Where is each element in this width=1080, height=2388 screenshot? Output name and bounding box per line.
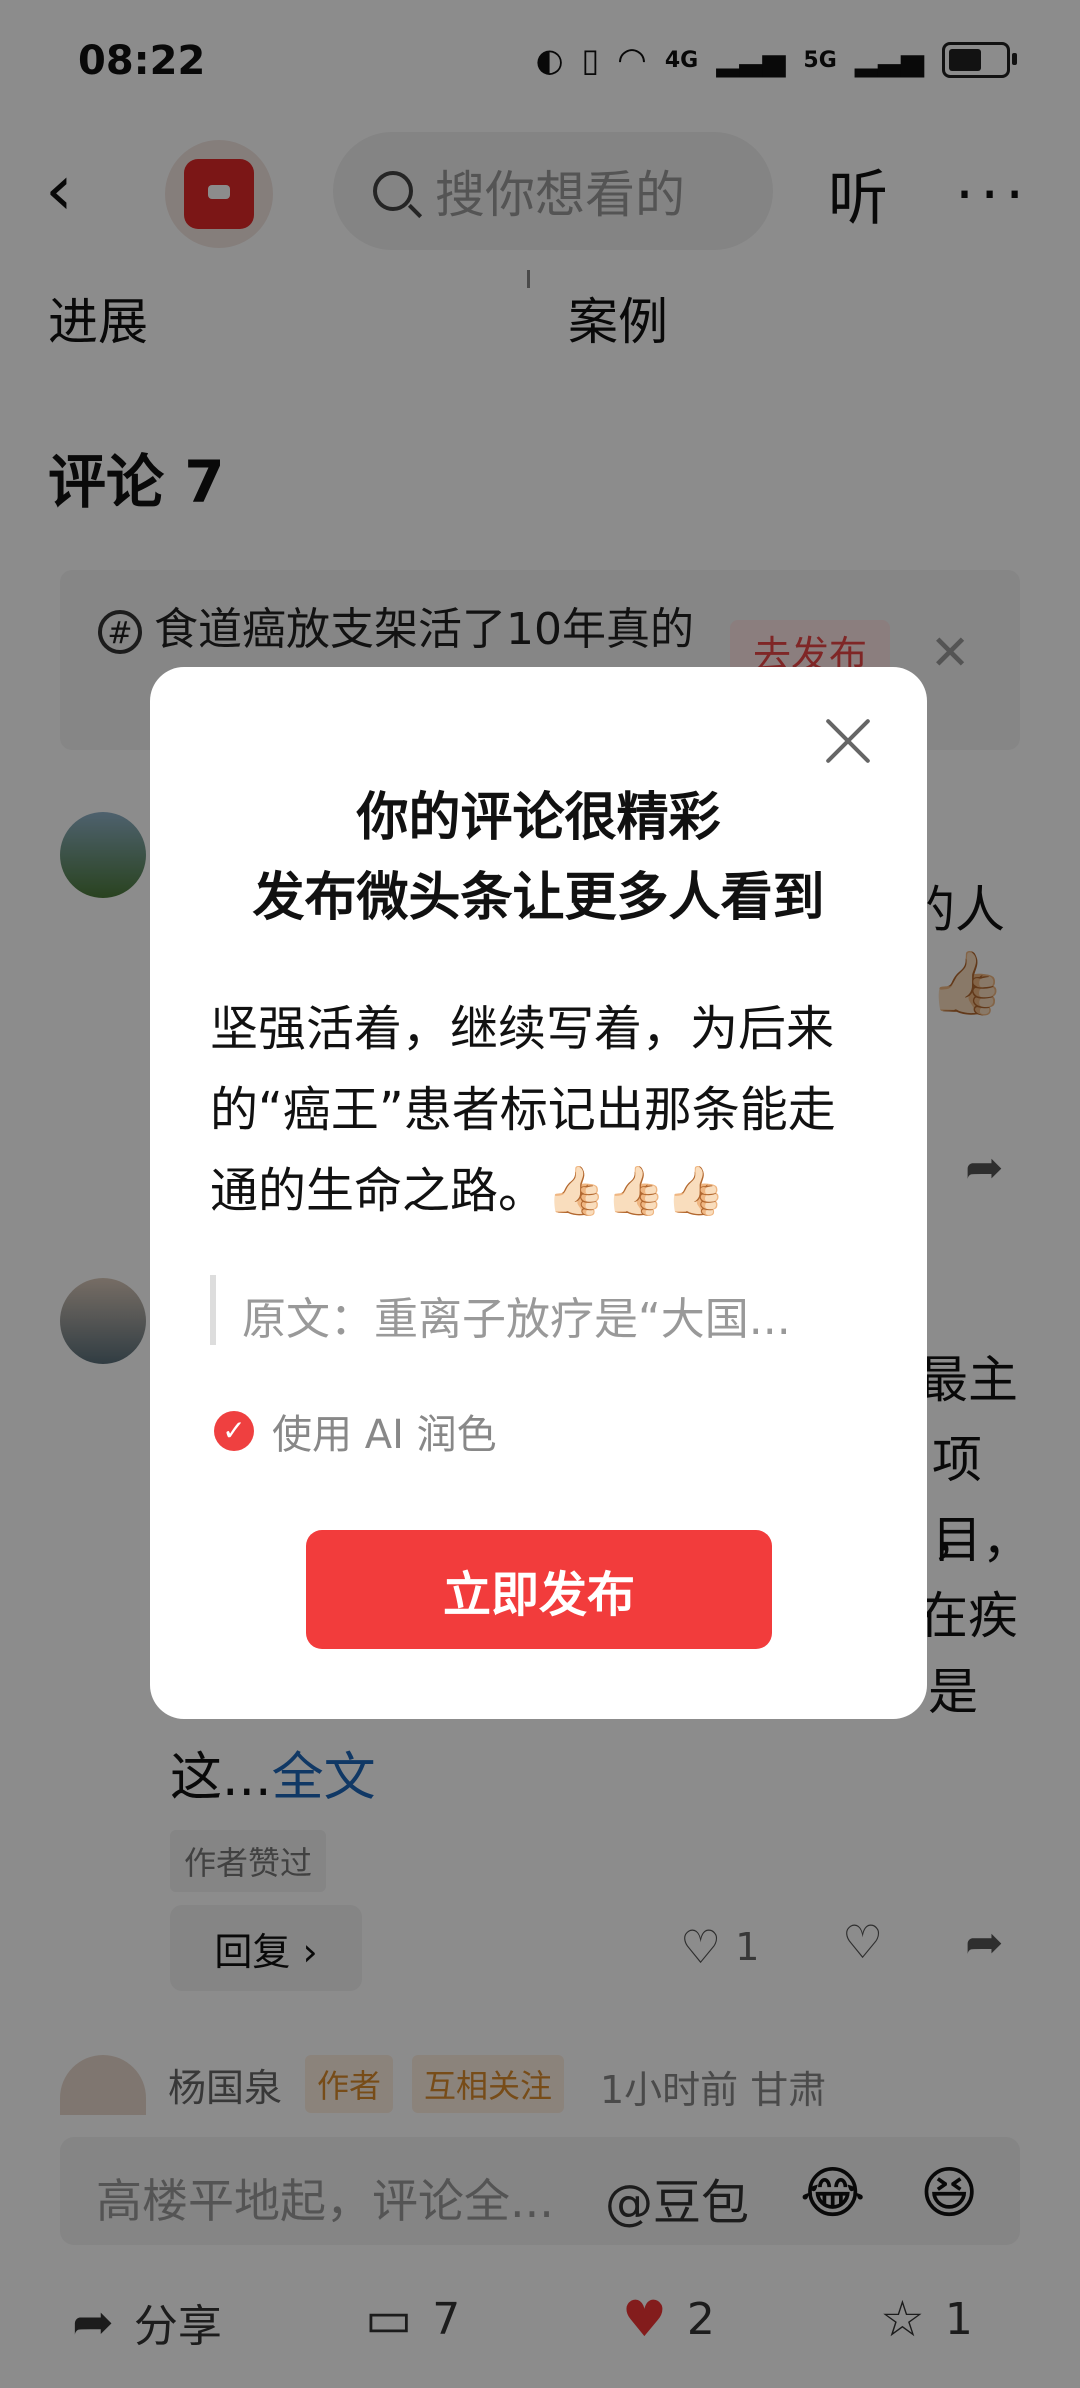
publish-now-button[interactable]: 立即发布 [306, 1530, 772, 1649]
status-bar-dim [0, 0, 1080, 110]
dialog-title-line1: 你的评论很精彩 [356, 788, 721, 848]
comment-preview: 坚强活着，继续写着，为后来的“癌王”患者标记出那条能走通的生命之路。👍🏻👍🏻👍🏻 [210, 1001, 836, 1219]
quote-text: 原文：重离子放疗是“大国... [242, 1294, 791, 1345]
original-quote: 原文：重离子放疗是“大国... [210, 1275, 836, 1345]
ai-polish-label: 使用 AI 润色 [272, 1412, 497, 1458]
dialog-title-line2: 发布微头条让更多人看到 [252, 868, 825, 928]
check-icon: ✓ [214, 1411, 254, 1451]
publish-dialog: 你的评论很精彩 发布微头条让更多人看到 坚强活着，继续写着，为后来的“癌王”患者… [150, 667, 927, 1719]
close-icon[interactable] [822, 715, 874, 767]
ai-polish-toggle[interactable]: ✓ 使用 AI 润色 [214, 1402, 497, 1460]
